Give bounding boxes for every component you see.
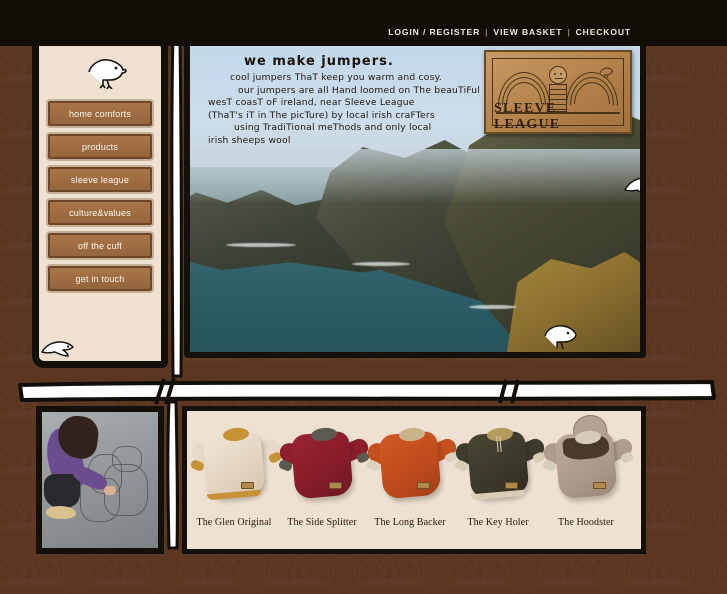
- sidebar-item-home-comforts[interactable]: home comforts: [48, 101, 152, 126]
- watermark-tile: SLEEVE LEAGUE: [710, 46, 727, 90]
- bird-icon: [599, 67, 614, 79]
- login-register-link[interactable]: LOGIN / REGISTER: [388, 27, 480, 37]
- watermark-tile: SLEEVE LEAGUE: [710, 326, 727, 370]
- product-card[interactable]: The Key Holer: [452, 421, 548, 557]
- product-name: The Long Backer: [374, 517, 446, 528]
- jumper-label-tab: [241, 482, 254, 489]
- sidebar-item-get-in-touch[interactable]: get in touch: [48, 266, 152, 291]
- sidebar-item-label: off the cuff: [77, 240, 123, 251]
- watermark-tile: SLEEVE LEAGUE: [620, 550, 698, 594]
- jumper-label-tab: [417, 482, 430, 489]
- sun-face-icon: [549, 66, 567, 84]
- flying-bird-icon: [41, 341, 74, 357]
- top-navigation: LOGIN / REGISTER | VIEW BASKET | CHECKOUT: [388, 27, 631, 37]
- jumper-long-backer: [364, 423, 460, 505]
- sidebar-item-label: culture&values: [69, 207, 131, 218]
- top-bar: LOGIN / REGISTER | VIEW BASKET | CHECKOUT: [0, 0, 727, 46]
- jumper-key-holer: [452, 423, 548, 505]
- flying-bird-icon: [624, 177, 640, 193]
- product-card[interactable]: The Long Backer: [364, 421, 460, 557]
- watermark-tile: SLEEVE LEAGUE: [710, 494, 727, 538]
- watermark-tile: SLEEVE LEAGUE: [710, 438, 727, 482]
- product-name: The Side Splitter: [287, 517, 357, 528]
- jumper-side-splitter: [276, 423, 372, 505]
- jumper-label-tab: [593, 482, 606, 489]
- watermark-tile: SLEEVE LEAGUE: [0, 550, 68, 594]
- bird-icon: [88, 59, 127, 89]
- sidebar: home comforts products sleeve league cul…: [32, 38, 168, 368]
- view-basket-link[interactable]: VIEW BASKET: [493, 27, 562, 37]
- watermark-tile: SLEEVE LEAGUE: [80, 550, 158, 594]
- person-skirt: [44, 474, 80, 508]
- page-frame: home comforts products sleeve league cul…: [14, 18, 716, 554]
- hero-foam: [469, 304, 517, 309]
- jumper-label-tab: [505, 482, 518, 489]
- craftsperson-photo: [36, 406, 164, 554]
- jumper-glen-original: [188, 423, 284, 505]
- watermark-tile: SLEEVE LEAGUE: [710, 270, 727, 314]
- watermark-tile: SLEEVE LEAGUE: [710, 102, 727, 146]
- sidebar-item-sleeve-league[interactable]: sleeve league: [48, 167, 152, 192]
- checkout-link[interactable]: CHECKOUT: [576, 27, 631, 37]
- products-strip: The Glen Original The Side Splitter The …: [182, 406, 646, 554]
- sidebar-item-label: products: [81, 141, 119, 152]
- logo-wordmark: SLEEVE LEAGUE: [494, 100, 561, 132]
- product-card[interactable]: The Glen Original: [188, 421, 284, 557]
- sidebar-item-culture-values[interactable]: culture&values: [48, 200, 152, 225]
- nav-separator-2: |: [567, 27, 571, 37]
- product-name: The Glen Original: [196, 517, 272, 528]
- sidebar-item-products[interactable]: products: [48, 134, 152, 159]
- watermark-tile: SLEEVE LEAGUE: [710, 214, 727, 258]
- sidebar-item-label: home comforts: [68, 108, 132, 119]
- nav-separator-1: |: [485, 27, 489, 37]
- watermark-tile: SLEEVE LEAGUE: [710, 550, 727, 594]
- product-name: The Hoodster: [558, 517, 614, 528]
- sidebar-item-label: get in touch: [75, 273, 125, 284]
- horizontal-divider: [18, 377, 716, 405]
- product-name: The Key Holer: [467, 517, 529, 528]
- watermark-tile: SLEEVE LEAGUE: [710, 158, 727, 202]
- sidebar-item-off-the-cuff[interactable]: off the cuff: [48, 233, 152, 258]
- vertical-divider-top: [170, 34, 183, 378]
- chalk-sketch: [112, 446, 142, 472]
- vertical-divider-bottom: [166, 400, 179, 550]
- bird-icon: [544, 325, 577, 350]
- product-card[interactable]: The Side Splitter: [276, 421, 372, 557]
- jumper-label-tab: [329, 482, 342, 489]
- hero-foam: [352, 261, 410, 266]
- sidebar-item-label: sleeve league: [70, 174, 130, 185]
- hero-banner: we make jumpers. cool jumpers ThaT keep …: [184, 38, 646, 358]
- person-shoe: [46, 506, 76, 519]
- product-card[interactable]: The Hoodster: [540, 412, 636, 557]
- hero-haze: [190, 148, 640, 205]
- person-hand: [104, 486, 116, 495]
- jumper-hoodster: [540, 412, 636, 505]
- sleeve-league-logo[interactable]: SLEEVE LEAGUE: [484, 50, 632, 134]
- hero-line: irish sheeps wool: [208, 134, 291, 146]
